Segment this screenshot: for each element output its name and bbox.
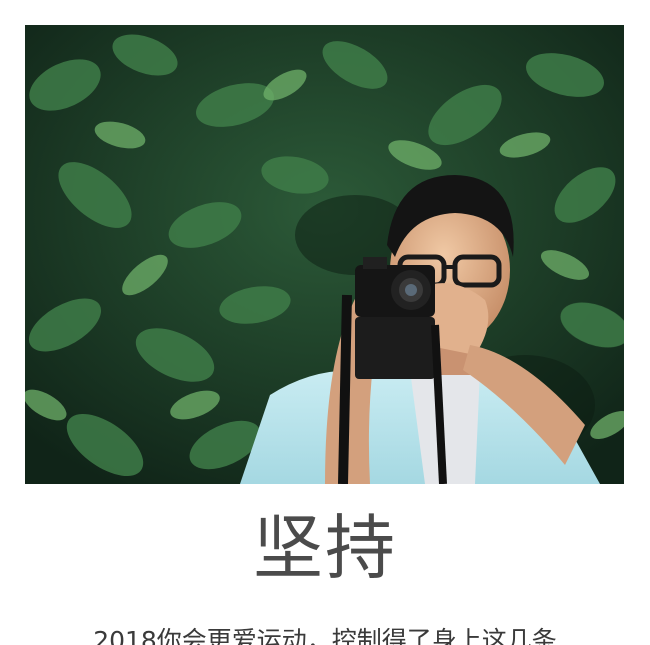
hero-photo xyxy=(25,25,624,484)
article-card: 坚持 2018你会更爱运动，控制得了身上这几条 xyxy=(0,0,650,645)
article-title: 坚持 xyxy=(253,507,397,589)
article-caption: 2018你会更爱运动，控制得了身上这几条 xyxy=(93,626,557,645)
